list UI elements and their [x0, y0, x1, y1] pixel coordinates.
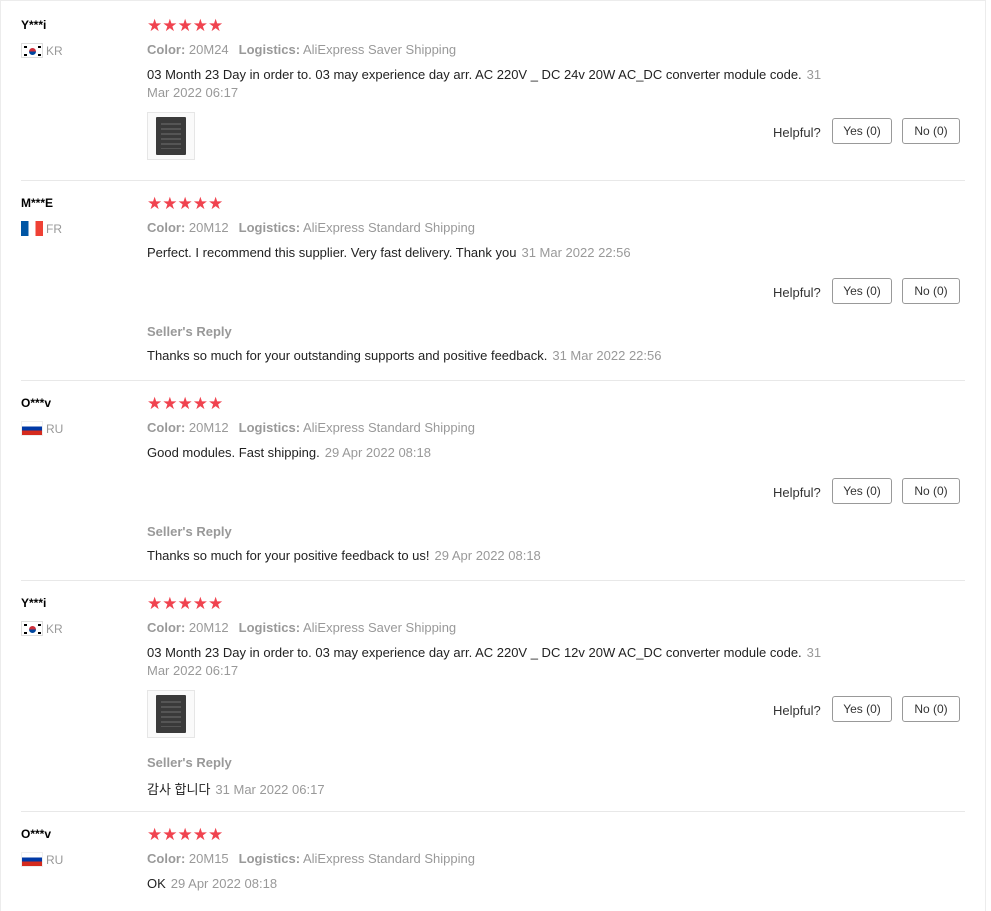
review-photo-thumbnail[interactable] [147, 112, 195, 160]
logistics-label: Logistics: [238, 851, 301, 866]
review-meta: Color: 20M12 Logistics: AliExpress Standa… [147, 420, 475, 435]
kr-flag-icon [21, 43, 43, 58]
reply-body: Thanks so much for your positive feedbac… [147, 548, 430, 563]
helpful-yes-button[interactable]: Yes (0) [832, 278, 892, 304]
helpful-label: Helpful? [773, 285, 821, 300]
helpful-label: Helpful? [773, 703, 821, 718]
helpful-no-button[interactable]: No (0) [902, 696, 960, 722]
divider [21, 811, 965, 812]
color-value: 20M12 [188, 220, 229, 235]
color-label: Color: [147, 220, 186, 235]
reply-date: 31 Mar 2022 22:56 [552, 348, 662, 363]
reply-body: Thanks so much for your outstanding supp… [147, 348, 548, 363]
country-code: KR [46, 621, 63, 636]
divider [21, 580, 965, 581]
star-rating: ★★★★★ [147, 394, 224, 413]
country-code: RU [46, 421, 64, 436]
country-code: KR [46, 43, 63, 58]
color-value: 20M24 [188, 42, 229, 57]
reviewer-name: Y***i [21, 18, 47, 32]
ru-flag-icon [21, 852, 43, 867]
review-meta: Color: 20M12 Logistics: AliExpress Saver … [147, 620, 456, 635]
color-value: 20M12 [188, 420, 229, 435]
reviewer-country: RU [21, 852, 63, 867]
review-meta: Color: 20M24 Logistics: AliExpress Saver … [147, 42, 456, 57]
review-text: 03 Month 23 Day in order to. 03 may expe… [147, 644, 847, 680]
logistics-label: Logistics: [238, 420, 301, 435]
logistics-value: AliExpress Saver Shipping [302, 620, 457, 635]
seller-reply-text: Thanks so much for your outstanding supp… [147, 348, 661, 363]
review-date: 31 Mar 2022 22:56 [521, 245, 631, 260]
logistics-label: Logistics: [238, 220, 301, 235]
fr-flag-icon [21, 221, 43, 236]
ru-flag-icon [21, 421, 43, 436]
reply-body: 감사 합니다 [147, 782, 211, 797]
star-rating: ★★★★★ [147, 194, 224, 213]
review-body: OK [147, 876, 166, 891]
reviewer-name: O***v [21, 827, 52, 841]
logistics-label: Logistics: [238, 620, 301, 635]
reply-date: 31 Mar 2022 06:17 [215, 782, 325, 797]
reviewer-country: FR [21, 221, 62, 236]
color-value: 20M12 [188, 620, 229, 635]
divider [21, 180, 965, 181]
kr-flag-icon [21, 621, 43, 636]
helpful-yes-button[interactable]: Yes (0) [832, 478, 892, 504]
logistics-value: AliExpress Standard Shipping [302, 851, 475, 866]
seller-reply-title: Seller's Reply [147, 324, 232, 339]
seller-reply-text: Thanks so much for your positive feedbac… [147, 548, 541, 563]
color-value: 20M15 [188, 851, 229, 866]
logistics-value: AliExpress Standard Shipping [302, 420, 475, 435]
color-label: Color: [147, 42, 186, 57]
star-rating: ★★★★★ [147, 16, 224, 35]
helpful-yes-button[interactable]: Yes (0) [832, 118, 892, 144]
reviewer-country: KR [21, 43, 63, 58]
star-rating: ★★★★★ [147, 594, 224, 613]
review-photo-thumbnail[interactable] [147, 690, 195, 738]
seller-reply-text: 감사 합니다 31 Mar 2022 06:17 [147, 779, 325, 798]
helpful-label: Helpful? [773, 125, 821, 140]
review-text: 03 Month 23 Day in order to. 03 may expe… [147, 66, 847, 102]
helpful-label: Helpful? [773, 485, 821, 500]
reviewer-country: RU [21, 421, 63, 436]
review-text: Good modules. Fast shipping. 29 Apr 2022 … [147, 444, 847, 462]
review-date: 29 Apr 2022 08:18 [324, 445, 431, 460]
review-meta: Color: 20M12 Logistics: AliExpress Standa… [147, 220, 475, 235]
review-body: 03 Month 23 Day in order to. 03 may expe… [147, 645, 802, 660]
reviewer-name: M***E [21, 196, 54, 210]
seller-reply-title: Seller's Reply [147, 524, 232, 539]
color-label: Color: [147, 620, 186, 635]
helpful-no-button[interactable]: No (0) [902, 278, 960, 304]
reviewer-country: KR [21, 621, 63, 636]
seller-reply-title: Seller's Reply [147, 755, 232, 770]
star-rating: ★★★★★ [147, 825, 224, 844]
review-body: Perfect. I recommend this supplier. Very… [147, 245, 517, 260]
review-body: 03 Month 23 Day in order to. 03 may expe… [147, 67, 802, 82]
color-label: Color: [147, 420, 186, 435]
helpful-no-button[interactable]: No (0) [902, 478, 960, 504]
logistics-value: AliExpress Saver Shipping [302, 42, 457, 57]
reviews-list: Y***i KR ★★★★★ Color: 20M24 Logistics: Al… [0, 0, 986, 911]
country-code: RU [46, 852, 64, 867]
reply-date: 29 Apr 2022 08:18 [434, 548, 541, 563]
logistics-label: Logistics: [238, 42, 301, 57]
color-label: Color: [147, 851, 186, 866]
helpful-no-button[interactable]: No (0) [902, 118, 960, 144]
review-text: Perfect. I recommend this supplier. Very… [147, 244, 847, 262]
review-meta: Color: 20M15 Logistics: AliExpress Standa… [147, 851, 475, 866]
reviewer-name: Y***i [21, 596, 47, 610]
reviewer-name: O***v [21, 396, 52, 410]
review-text: OK 29 Apr 2022 08:18 [147, 875, 847, 893]
review-body: Good modules. Fast shipping. [147, 445, 320, 460]
logistics-value: AliExpress Standard Shipping [302, 220, 475, 235]
country-code: FR [46, 221, 62, 236]
helpful-yes-button[interactable]: Yes (0) [832, 696, 892, 722]
review-date: 29 Apr 2022 08:18 [170, 876, 278, 891]
divider [21, 380, 965, 381]
